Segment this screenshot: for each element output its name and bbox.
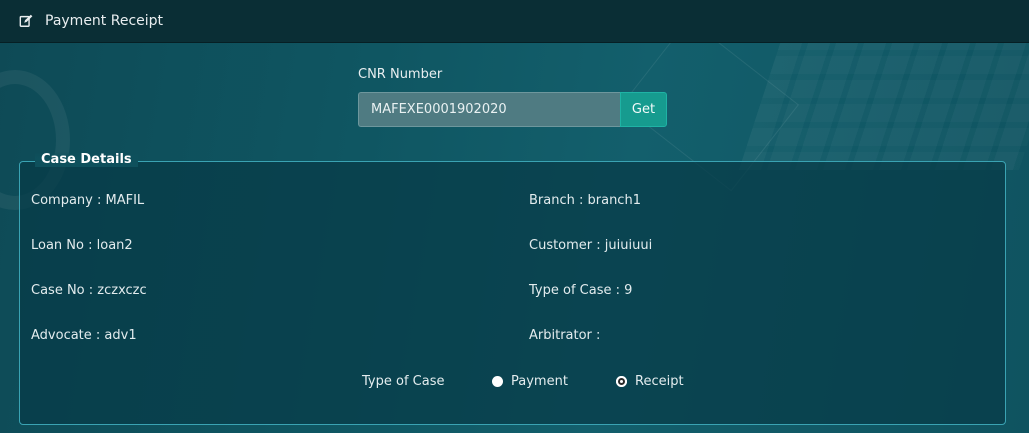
advocate-value: Advocate : adv1 — [31, 328, 137, 343]
header-bar: Payment Receipt — [0, 0, 1029, 43]
loan-no-value: Loan No : loan2 — [31, 238, 133, 253]
type-of-case-label: Type of Case — [362, 374, 445, 389]
page-title: Payment Receipt — [45, 13, 164, 29]
radio-checked-icon[interactable] — [616, 376, 627, 387]
type-of-case-value: Type of Case : 9 — [529, 283, 633, 298]
cnr-label: CNR Number — [358, 67, 443, 82]
cnr-input-group: Get — [358, 92, 667, 127]
edit-icon — [19, 14, 33, 28]
payment-radio-label: Payment — [511, 374, 568, 389]
receipt-radio-label: Receipt — [635, 374, 684, 389]
receipt-radio[interactable]: Receipt — [616, 374, 684, 389]
company-value: Company : MAFIL — [31, 193, 145, 208]
type-of-case-group: Type of Case Payment Receipt — [20, 372, 1005, 392]
arbitrator-value: Arbitrator : — [529, 328, 601, 343]
background-decoration — [738, 40, 1029, 170]
get-button[interactable]: Get — [620, 92, 667, 127]
case-details-legend: Case Details — [35, 152, 138, 167]
branch-value: Branch : branch1 — [529, 193, 641, 208]
radio-unchecked-icon[interactable] — [492, 376, 503, 387]
customer-value: Customer : juiuiuui — [529, 238, 653, 253]
case-no-value: Case No : zczxczc — [31, 283, 147, 298]
payment-radio[interactable]: Payment — [492, 374, 568, 389]
case-details-panel: Case Details Company : MAFIL Branch : br… — [19, 152, 1006, 425]
cnr-input[interactable] — [358, 92, 620, 127]
